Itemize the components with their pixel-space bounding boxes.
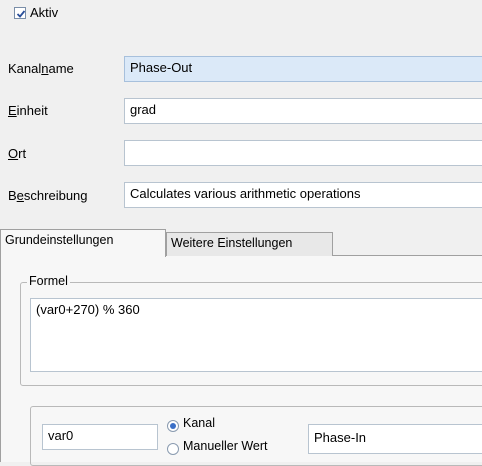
active-label: Aktiv — [30, 5, 59, 20]
source-radio-manual[interactable] — [167, 443, 179, 455]
unit-label: Einheit — [8, 103, 48, 118]
source-radio-kanal[interactable] — [167, 420, 179, 432]
description-label: Beschreibung — [8, 188, 88, 203]
source-radio-manual-label: Manueller Wert — [183, 439, 268, 453]
description-field[interactable]: Calculates various arithmetic operations — [124, 182, 482, 208]
formula-legend: Formel — [27, 274, 70, 288]
checkmark-icon — [16, 10, 26, 18]
location-field[interactable] — [124, 140, 482, 166]
tab-weitere-einstellungen[interactable]: Weitere Einstellungen — [166, 232, 333, 256]
unit-field[interactable]: grad — [124, 98, 482, 124]
channel-name-field[interactable]: Phase-Out — [124, 56, 482, 82]
variable-name-field[interactable]: var0 — [42, 424, 158, 450]
active-checkbox[interactable] — [14, 7, 26, 19]
channel-select-field[interactable]: Phase-In — [308, 424, 482, 454]
channel-name-label: Kanalname — [8, 61, 74, 76]
source-radio-kanal-label: Kanal — [183, 416, 215, 430]
formula-input[interactable]: (var0+270) % 360 — [30, 298, 482, 372]
tab-grundeinstellungen[interactable]: Grundeinstellungen — [0, 229, 166, 257]
location-label: Ort — [8, 146, 27, 161]
